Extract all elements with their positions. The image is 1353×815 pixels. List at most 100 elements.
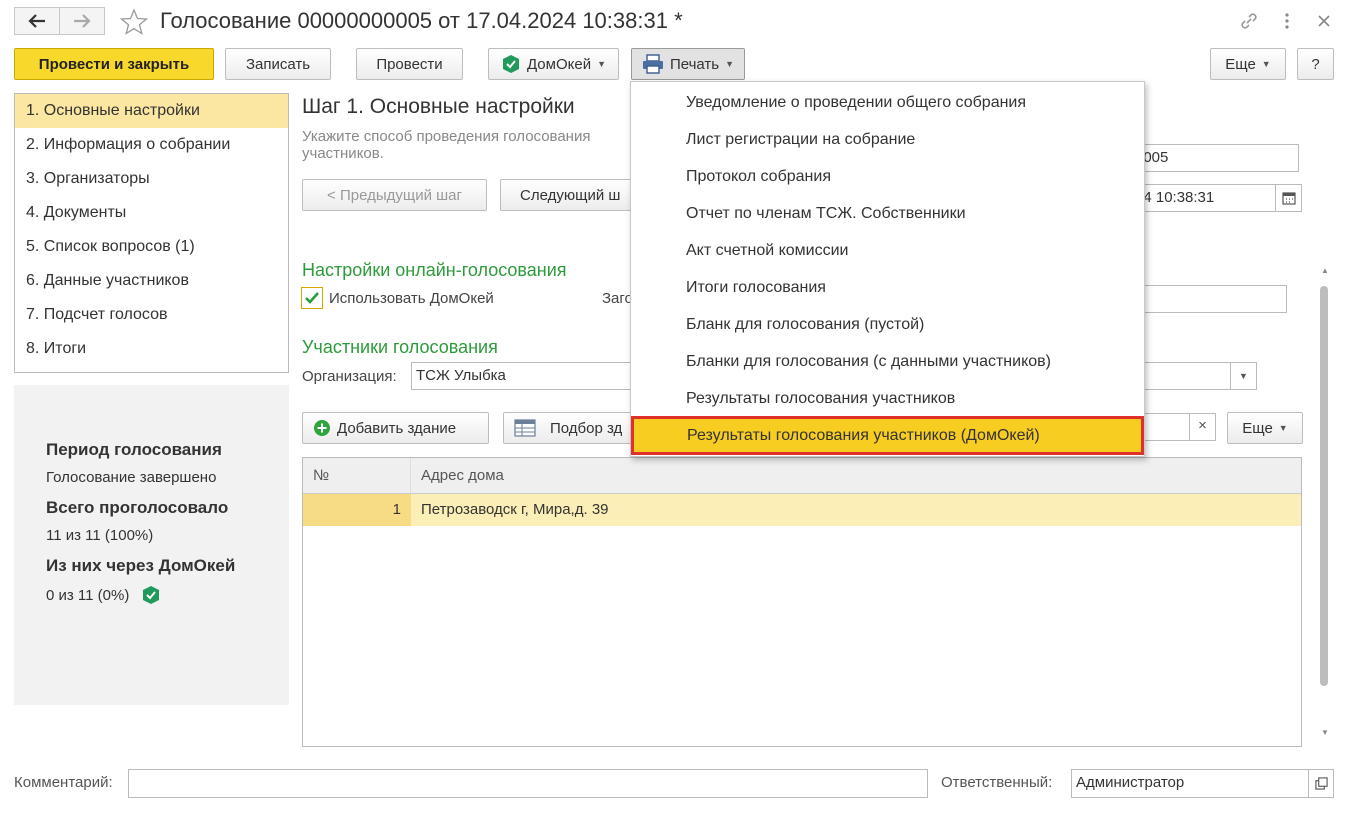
more-label: Еще bbox=[1225, 55, 1256, 73]
use-domokey-label: Использовать ДомОкей bbox=[329, 290, 494, 307]
step-item[interactable]: 5. Список вопросов (1) bbox=[15, 230, 288, 264]
period-value: Голосование завершено bbox=[46, 469, 217, 486]
open-window-icon bbox=[1314, 777, 1328, 790]
scroll-up-icon[interactable]: ▲ bbox=[1321, 266, 1329, 275]
zago-label: Заго bbox=[602, 290, 633, 307]
step-item[interactable]: 6. Данные участников bbox=[15, 264, 288, 298]
print-button[interactable]: Печать ▼ bbox=[631, 48, 745, 80]
step-item[interactable]: 2. Информация о собрании bbox=[15, 128, 288, 162]
window-title: Голосование 00000000005 от 17.04.2024 10… bbox=[160, 8, 683, 33]
more-button[interactable]: Еще ▼ bbox=[1210, 48, 1286, 80]
calendar-icon bbox=[1281, 192, 1296, 205]
calendar-button[interactable] bbox=[1275, 184, 1302, 212]
vertical-scrollbar[interactable]: ▲ ▼ bbox=[1318, 266, 1330, 737]
menu-item-meeting-notice[interactable]: Уведомление о проведении общего собрания bbox=[631, 84, 1144, 121]
menu-item-meeting-protocol[interactable]: Протокол собрания bbox=[631, 158, 1144, 195]
via-domokey-title: Из них через ДомОкей bbox=[46, 556, 236, 575]
step-item[interactable]: 3. Организаторы bbox=[15, 162, 288, 196]
print-menu: Уведомление о проведении общего собрания… bbox=[630, 81, 1145, 457]
organization-dropdown-button[interactable]: ▼ bbox=[1230, 362, 1257, 390]
responsible-field[interactable]: Администратор bbox=[1071, 769, 1309, 798]
column-header-address[interactable]: Адрес дома bbox=[411, 458, 504, 493]
step-item[interactable]: 4. Документы bbox=[15, 196, 288, 230]
total-title: Всего проголосовало bbox=[46, 498, 229, 517]
use-domokey-checkbox[interactable] bbox=[301, 287, 323, 309]
post-and-close-button[interactable]: Провести и закрыть bbox=[14, 48, 214, 80]
steps-list: 1. Основные настройки 2. Информация о со… bbox=[14, 93, 289, 373]
table-header: № Адрес дома bbox=[303, 458, 1301, 494]
voting-summary-panel: Период голосования Голосование завершено… bbox=[14, 385, 289, 705]
table-row[interactable]: 1 Петрозаводск г, Мира,д. 39 bbox=[303, 494, 1301, 526]
table-more-label: Еще bbox=[1242, 419, 1273, 437]
arrow-right-icon bbox=[74, 14, 91, 28]
online-settings-title: Настройки онлайн-голосования bbox=[302, 260, 567, 280]
close-icon[interactable] bbox=[1313, 10, 1335, 32]
total-value: 11 из 11 (100%) bbox=[46, 527, 154, 544]
chevron-down-icon: ▼ bbox=[725, 59, 735, 69]
forward-button[interactable] bbox=[59, 7, 105, 35]
domokey-check-icon bbox=[143, 586, 160, 604]
menu-item-participant-results-domokey[interactable]: Результаты голосования участников (ДомОк… bbox=[631, 416, 1144, 455]
chevron-down-icon: ▼ bbox=[1261, 59, 1271, 69]
open-responsible-button[interactable] bbox=[1308, 769, 1334, 798]
menu-item-blank-ballot[interactable]: Бланк для голосования (пустой) bbox=[631, 306, 1144, 343]
step-note-line2: участников. bbox=[302, 145, 384, 162]
checkmark-icon bbox=[305, 292, 319, 304]
step-note-line1: Укажите способ проведения голосования bbox=[302, 128, 591, 145]
period-title: Период голосования bbox=[46, 440, 222, 459]
step-item[interactable]: 1. Основные настройки bbox=[15, 94, 288, 128]
link-icon[interactable] bbox=[1238, 10, 1260, 32]
domokey-button[interactable]: ДомОкей ▼ bbox=[488, 48, 619, 80]
previous-step-button[interactable]: < Предыдущий шаг bbox=[302, 179, 487, 211]
table-more-button[interactable]: Еще ▼ bbox=[1227, 412, 1303, 444]
step-item[interactable]: 8. Итоги bbox=[15, 332, 288, 366]
organization-label: Организация: bbox=[302, 368, 397, 385]
next-step-button[interactable]: Следующий ш bbox=[500, 179, 640, 211]
comment-field[interactable] bbox=[128, 769, 928, 798]
back-button[interactable] bbox=[14, 7, 60, 35]
organization-field-tail[interactable] bbox=[1140, 362, 1232, 390]
add-building-label: Добавить здание bbox=[337, 419, 457, 437]
more-vertical-icon[interactable] bbox=[1276, 10, 1298, 32]
menu-item-members-report[interactable]: Отчет по членам ТСЖ. Собственники bbox=[631, 195, 1144, 232]
menu-item-filled-ballots[interactable]: Бланки для голосования (с данными участн… bbox=[631, 343, 1144, 380]
row-address: Петрозаводск г, Мира,д. 39 bbox=[421, 501, 609, 518]
column-header-number[interactable]: № bbox=[303, 458, 411, 493]
responsible-label: Ответственный: bbox=[941, 774, 1053, 791]
favorite-star-icon[interactable] bbox=[119, 7, 149, 37]
step-title: Шаг 1. Основные настройки bbox=[302, 95, 575, 118]
post-button[interactable]: Провести bbox=[356, 48, 463, 80]
chevron-down-icon: ▼ bbox=[597, 59, 607, 69]
buildings-table: № Адрес дома 1 Петрозаводск г, Мира,д. 3… bbox=[302, 457, 1302, 747]
save-button[interactable]: Записать bbox=[225, 48, 331, 80]
via-domokey-value: 0 из 11 (0%) bbox=[46, 586, 130, 604]
table-select-icon bbox=[514, 419, 536, 437]
step-item[interactable]: 7. Подсчет голосов bbox=[15, 298, 288, 332]
title-field[interactable] bbox=[1140, 285, 1287, 313]
menu-item-registration-sheet[interactable]: Лист регистрации на собрание bbox=[631, 121, 1144, 158]
chevron-down-icon: ▼ bbox=[1278, 423, 1288, 433]
scrollbar-thumb[interactable] bbox=[1320, 286, 1328, 686]
search-field[interactable] bbox=[1140, 413, 1190, 441]
domokey-label: ДомОкей bbox=[526, 55, 592, 73]
date-field[interactable]: 24 10:38:31 bbox=[1130, 184, 1276, 212]
participants-title: Участники голосования bbox=[302, 337, 498, 357]
comment-label: Комментарий: bbox=[14, 774, 113, 791]
help-button[interactable]: ? bbox=[1297, 48, 1334, 80]
number-field[interactable]: 0005 bbox=[1130, 144, 1299, 172]
chevron-down-icon: ▼ bbox=[1239, 371, 1248, 381]
via-domokey-row: 0 из 11 (0%) bbox=[46, 585, 289, 605]
pick-building-button[interactable]: Подбор зд bbox=[503, 412, 643, 444]
printer-icon bbox=[642, 54, 663, 74]
menu-item-participant-results[interactable]: Результаты голосования участников bbox=[631, 380, 1144, 417]
domokey-check-icon bbox=[502, 55, 519, 73]
add-building-button[interactable]: Добавить здание bbox=[302, 412, 489, 444]
clear-search-button[interactable]: × bbox=[1189, 413, 1216, 441]
scroll-down-icon[interactable]: ▼ bbox=[1321, 728, 1329, 737]
pick-building-label: Подбор зд bbox=[550, 419, 623, 437]
organization-field[interactable]: ТСЖ Улыбка bbox=[411, 362, 641, 390]
menu-item-counting-commission-act[interactable]: Акт счетной комиссии bbox=[631, 232, 1144, 269]
menu-item-voting-totals[interactable]: Итоги голосования bbox=[631, 269, 1144, 306]
plus-circle-icon bbox=[314, 420, 330, 436]
arrow-left-icon bbox=[28, 14, 45, 28]
